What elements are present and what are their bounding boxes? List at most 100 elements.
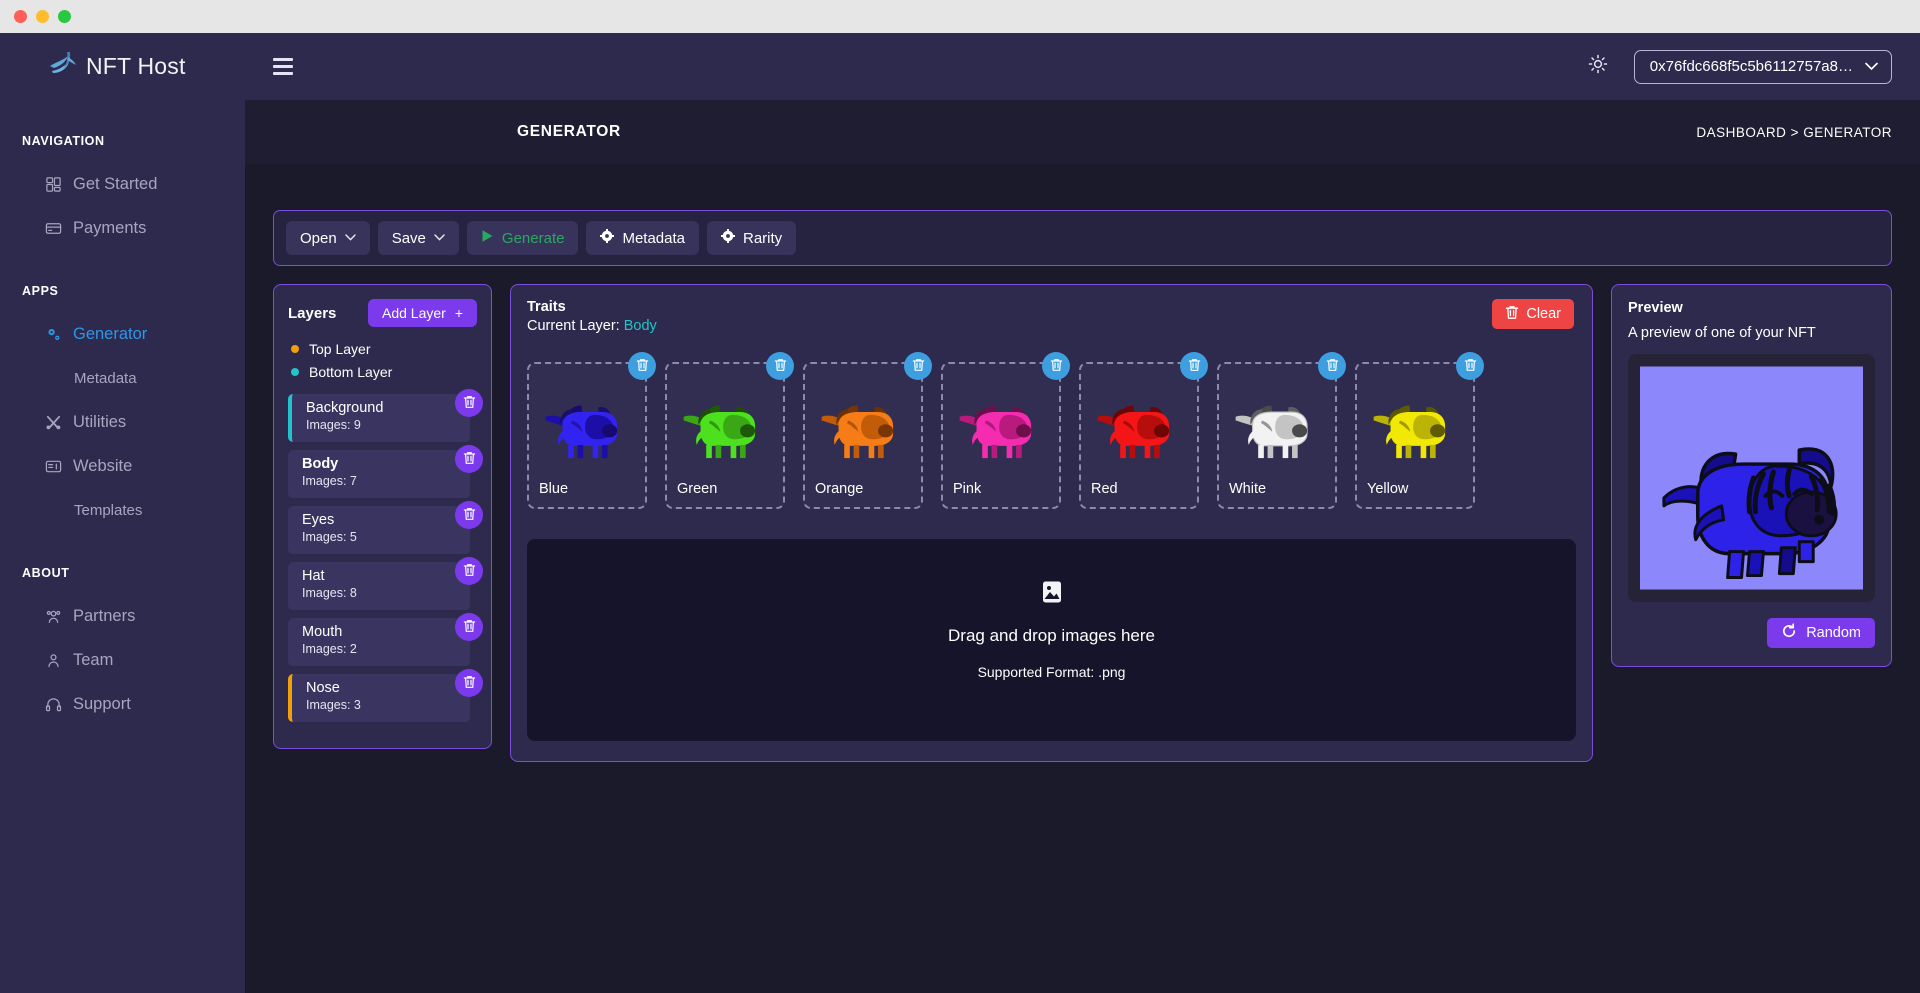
preview-nft-image bbox=[1640, 366, 1863, 590]
sidebar-item-label: Utilities bbox=[73, 412, 127, 431]
layer-image-count: Images: 5 bbox=[302, 530, 357, 544]
layer-row: Nose Images: 3 bbox=[288, 669, 483, 722]
layer-name: Nose bbox=[306, 680, 340, 696]
trash-icon bbox=[1326, 358, 1339, 375]
trash-icon bbox=[1464, 358, 1477, 375]
delete-trait-button[interactable] bbox=[1042, 352, 1070, 380]
layer-item-mouth[interactable]: Mouth Images: 2 bbox=[288, 618, 470, 666]
trait-card-blue[interactable]: Blue bbox=[527, 362, 647, 509]
trait-image bbox=[815, 374, 911, 481]
toolbar-open-button[interactable]: Open bbox=[286, 221, 370, 255]
layer-row: Mouth Images: 2 bbox=[288, 613, 483, 666]
trait-card-pink[interactable]: Pink bbox=[941, 362, 1061, 509]
delete-trait-button[interactable] bbox=[766, 352, 794, 380]
window-close-button[interactable] bbox=[14, 10, 27, 23]
brand-logo[interactable]: NFT Host bbox=[0, 33, 245, 100]
toolbar-save-button[interactable]: Save bbox=[377, 221, 459, 255]
sidebar-item-label: Generator bbox=[73, 324, 148, 343]
delete-trait-button[interactable] bbox=[1318, 352, 1346, 380]
window-maximize-button[interactable] bbox=[58, 10, 71, 23]
sidebar-item-payments[interactable]: Payments bbox=[0, 206, 245, 250]
trash-icon bbox=[636, 358, 649, 375]
page-header: GENERATOR DASHBOARD > GENERATOR bbox=[245, 100, 1920, 164]
main-area: 0x76fdc668f5c5b6112757a8… GENERATOR DASH… bbox=[245, 33, 1920, 993]
trash-icon bbox=[463, 619, 476, 636]
trait-label: Yellow bbox=[1367, 481, 1409, 497]
delete-trait-button[interactable] bbox=[628, 352, 656, 380]
sidebar-item-website[interactable]: Website bbox=[0, 444, 245, 488]
trait-image bbox=[1091, 374, 1187, 481]
sidebar-item-label: Support bbox=[73, 694, 131, 713]
trash-icon bbox=[1505, 305, 1519, 324]
trait-card-red[interactable]: Red bbox=[1079, 362, 1199, 509]
layer-item-hat[interactable]: Hat Images: 8 bbox=[288, 562, 470, 610]
delete-trait-button[interactable] bbox=[1456, 352, 1484, 380]
trait-card-yellow[interactable]: Yellow bbox=[1355, 362, 1475, 509]
trait-grid: Blue Green Orange Pink Red White Yellow bbox=[527, 352, 1576, 509]
sidebar-item-metadata[interactable]: Metadata bbox=[0, 356, 245, 400]
toolbar-metadata-button[interactable]: Metadata bbox=[586, 221, 699, 255]
trash-icon bbox=[463, 395, 476, 412]
page-title: GENERATOR bbox=[517, 123, 621, 140]
trait-card-orange[interactable]: Orange bbox=[803, 362, 923, 509]
trait-card-wrapper: White bbox=[1217, 352, 1346, 509]
delete-layer-button[interactable] bbox=[455, 501, 483, 529]
chevron-down-icon bbox=[1865, 58, 1878, 75]
clear-button[interactable]: Clear bbox=[1492, 299, 1574, 329]
sidebar-item-team[interactable]: Team bbox=[0, 638, 245, 682]
layer-name: Mouth bbox=[302, 624, 343, 640]
layer-name: Eyes bbox=[302, 512, 335, 528]
trait-card-white[interactable]: White bbox=[1217, 362, 1337, 509]
sidebar-item-support[interactable]: Support bbox=[0, 682, 245, 726]
toolbar-button-label: Rarity bbox=[743, 229, 783, 247]
sidebar-item-label: Metadata bbox=[74, 369, 137, 387]
current-layer-prefix: Current Layer: bbox=[527, 318, 624, 334]
layer-row: Body Images: 7 bbox=[288, 445, 483, 498]
hamburger-icon[interactable] bbox=[269, 54, 297, 79]
layers-title: Layers bbox=[288, 304, 337, 322]
people-icon bbox=[44, 607, 62, 625]
delete-trait-button[interactable] bbox=[1180, 352, 1208, 380]
legend-dot-icon bbox=[291, 368, 299, 376]
layer-item-body[interactable]: Body Images: 7 bbox=[288, 450, 470, 498]
trait-label: Orange bbox=[815, 481, 864, 497]
delete-layer-button[interactable] bbox=[455, 613, 483, 641]
layer-item-nose[interactable]: Nose Images: 3 bbox=[288, 674, 470, 722]
toolbar-button-label: Generate bbox=[501, 229, 565, 247]
toolbar-rarity-button[interactable]: Rarity bbox=[707, 221, 797, 255]
sidebar-item-generator[interactable]: Generator bbox=[0, 312, 245, 356]
layer-item-background[interactable]: Background Images: 9 bbox=[288, 394, 470, 442]
sidebar-item-get-started[interactable]: Get Started bbox=[0, 162, 245, 206]
delete-layer-button[interactable] bbox=[455, 445, 483, 473]
headset-icon bbox=[44, 695, 62, 713]
dropzone-subtext: Supported Format: .png bbox=[977, 664, 1126, 680]
gear-icon bbox=[600, 229, 615, 247]
tools-icon bbox=[44, 413, 62, 431]
sidebar-item-utilities[interactable]: Utilities bbox=[0, 400, 245, 444]
trash-icon bbox=[1188, 358, 1201, 375]
add-layer-button[interactable]: Add Layer + bbox=[367, 299, 477, 327]
window-minimize-button[interactable] bbox=[36, 10, 49, 23]
trait-image bbox=[953, 374, 1049, 481]
delete-layer-button[interactable] bbox=[455, 669, 483, 697]
random-button[interactable]: Random bbox=[1767, 618, 1875, 648]
browser-icon bbox=[44, 457, 62, 475]
delete-layer-button[interactable] bbox=[455, 389, 483, 417]
wallet-address-dropdown[interactable]: 0x76fdc668f5c5b6112757a8… bbox=[1633, 49, 1892, 84]
legend-dot-icon bbox=[291, 345, 299, 353]
layer-name: Body bbox=[302, 456, 339, 472]
delete-trait-button[interactable] bbox=[904, 352, 932, 380]
generator-toolbar: Open Save Generate Metadata Rarity bbox=[273, 210, 1892, 266]
sidebar-item-partners[interactable]: Partners bbox=[0, 594, 245, 638]
sidebar-item-templates[interactable]: Templates bbox=[0, 488, 245, 532]
delete-layer-button[interactable] bbox=[455, 557, 483, 585]
dropzone[interactable]: Drag and drop images here Supported Form… bbox=[527, 539, 1576, 741]
nav-section-heading: APPS bbox=[22, 284, 59, 298]
toolbar-generate-button[interactable]: Generate bbox=[466, 221, 579, 255]
sun-icon[interactable] bbox=[1588, 54, 1608, 79]
sidebar-item-label: Templates bbox=[74, 501, 143, 519]
layer-row: Background Images: 9 bbox=[288, 389, 483, 442]
layer-item-eyes[interactable]: Eyes Images: 5 bbox=[288, 506, 470, 554]
breadcrumb: DASHBOARD > GENERATOR bbox=[1696, 124, 1892, 140]
trait-card-green[interactable]: Green bbox=[665, 362, 785, 509]
